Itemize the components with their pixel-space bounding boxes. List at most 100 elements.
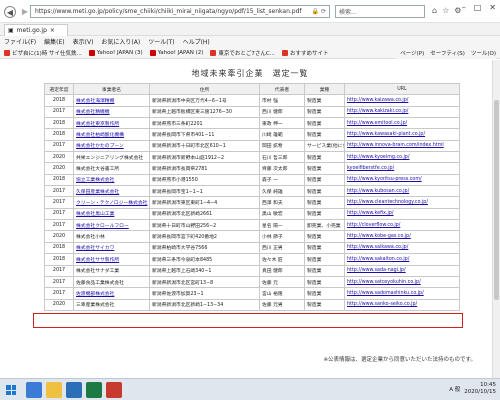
- home-icon[interactable]: ⌂: [432, 6, 437, 15]
- cell-url[interactable]: kyoeifiberstfe.co.jp/: [344, 162, 460, 175]
- menu-file[interactable]: ファイル(F): [4, 37, 36, 46]
- fav-label: おすすめサイト: [290, 50, 329, 57]
- highlight-box: [33, 313, 463, 328]
- address-bar[interactable]: https://www.meti.go.jp/policy/sme_chiiki…: [30, 5, 330, 18]
- tab-close-icon[interactable]: ×: [50, 27, 55, 34]
- scrollbar[interactable]: [492, 60, 500, 378]
- cell-address: 新潟県上越市上石崎340−1: [149, 264, 260, 277]
- cell-url[interactable]: http://www.sadomashinku.co.jp/: [344, 287, 460, 300]
- cell-industry: 製造業: [304, 241, 345, 255]
- cell-year: 2017: [44, 139, 74, 153]
- cell-company-name[interactable]: 株式会社黒山工業: [73, 207, 150, 221]
- cell-url[interactable]: http://www.kakizaki.co.jp/: [344, 105, 460, 119]
- pdf-app-icon[interactable]: [106, 382, 122, 398]
- footnote: ※公表情報は、選定企業から同意いただいた法持のものです。: [323, 357, 476, 363]
- cell-company-name[interactable]: 株式会社柏崎酸化機構: [73, 128, 150, 141]
- cell-industry: 製造業: [304, 117, 345, 130]
- menu-view[interactable]: 表示(V): [73, 37, 94, 46]
- cell-representative: 西川 健郎: [259, 105, 305, 119]
- cell-industry: 製造業: [304, 230, 345, 243]
- cell-url[interactable]: http://www.saikawa.co.jp/: [344, 241, 460, 255]
- cell-url[interactable]: http://www.sanko-seiko.co.jp/: [344, 298, 460, 311]
- folder-icon[interactable]: [46, 382, 62, 398]
- star-icon[interactable]: ☆: [442, 6, 449, 15]
- cell-company-name[interactable]: 佐渡機部株式会社: [73, 287, 150, 300]
- cell-year: 2018: [44, 253, 74, 266]
- cell-company-name[interactable]: 株式会社ササ製作所: [73, 253, 150, 266]
- minimize-icon[interactable]: –: [462, 3, 466, 12]
- table-row: 2017 久保田産業株式会社 新潟県長岡市宝1−1−1 久保 純雄 製造業 http://…: [44, 185, 460, 198]
- table-row: 2017 クリーン・テクノロジー株式会社 新潟県新潟市東区東町1−4−4 西澤 和夫製…: [44, 196, 460, 209]
- fav-item[interactable]: おすすめサイト: [282, 49, 329, 57]
- cell-url[interactable]: http://www.sada-nagi.jp/: [344, 264, 460, 277]
- cell-company-name[interactable]: クリーン・テクノロジー株式会社: [73, 196, 150, 209]
- cell-company-name[interactable]: 株式会社海澤精機: [73, 94, 150, 107]
- pdf-icon: ▣: [8, 27, 14, 34]
- search-input[interactable]: 検索...: [335, 5, 425, 18]
- cell-url[interactable]: http://www.kyoeimg.co.jp/: [344, 151, 460, 164]
- windows-start-icon[interactable]: [3, 382, 19, 398]
- cell-industry: 製造業: [304, 94, 345, 107]
- close-icon[interactable]: ✕: [489, 3, 496, 12]
- cell-company-name[interactable]: 株式会社東京製作所: [73, 117, 150, 130]
- cell-address: 新潟県新潟市北区新崎2661: [149, 207, 260, 221]
- cell-year: 2018: [44, 173, 74, 187]
- cell-url[interactable]: http://www.kawasaki-plant.co.jp/: [344, 128, 460, 141]
- fav-item[interactable]: Yahoo! JAPAN (3): [88, 49, 143, 56]
- cell-representative: 佐藤 元: [259, 275, 305, 289]
- cell-url[interactable]: http://www.cleantechnology.co.jp/: [344, 196, 460, 209]
- menu-edit[interactable]: 編集(E): [44, 37, 64, 46]
- ime-indicator[interactable]: A 般: [449, 385, 460, 393]
- tab-active[interactable]: ▣ meti.go.jp ×: [4, 24, 68, 36]
- scroll-thumb[interactable]: [494, 100, 499, 300]
- table-row: 2018 株式会社ササ製作所 新潟県三条市今泉町本8485 佐々木 匠製造業 http:…: [44, 253, 460, 266]
- back-button[interactable]: ◀: [4, 6, 16, 18]
- cell-url[interactable]: http://www.kefix.jp/: [344, 207, 460, 221]
- cell-url[interactable]: http://www.sakaiton.co.jp/: [344, 253, 460, 266]
- cell-company-name[interactable]: 株式会社かたのプーン: [73, 139, 150, 153]
- cell-industry: 卸売業、小売業: [304, 219, 345, 232]
- command-bar: ページ(P) セーフティ(S) ツール(O): [396, 47, 496, 59]
- cell-company-name: 株式会社小林: [73, 230, 150, 243]
- ie-icon[interactable]: [26, 382, 42, 398]
- app-icon[interactable]: [66, 382, 82, 398]
- cell-url[interactable]: http://cloverflow.co.jp/: [344, 219, 460, 232]
- cell-company-name[interactable]: 久保田産業株式会社: [73, 185, 150, 198]
- cell-url[interactable]: http://www.kobe-gas.co.jp/: [344, 230, 460, 243]
- cell-url[interactable]: http://www.innova-brain.com/index.html: [344, 139, 460, 153]
- cell-company-name[interactable]: 株式会社精機機: [73, 105, 150, 119]
- cell-representative: 川崎 雄範: [259, 128, 305, 141]
- menu-tools[interactable]: ツール(T): [148, 37, 174, 46]
- fav-item[interactable]: Yahoo! JAPAN (2): [149, 49, 203, 56]
- cell-company-name[interactable]: 株式会社クロールフロー: [73, 219, 150, 232]
- fav-item[interactable]: 東京でおとご7さんC...: [210, 49, 275, 57]
- menu-favorites[interactable]: お気に入り(A): [101, 37, 140, 46]
- tab-bar: ▣ meti.go.jp ×: [0, 23, 500, 36]
- cell-url[interactable]: http://www.satosyokuhin.co.jp/: [344, 275, 460, 289]
- window-controls: – □ ✕: [462, 3, 496, 12]
- cell-address: 新潟県新潟市新野本山庭1912−2: [149, 151, 260, 164]
- cell-representative: 星名 陽一: [259, 219, 305, 232]
- cell-year: 2020: [44, 151, 74, 164]
- menu-help[interactable]: ヘルプ(H): [183, 37, 210, 46]
- gear-icon[interactable]: ⚙: [454, 6, 461, 15]
- cell-address: 新潟県上越市板橋区東三箇1276−30: [149, 105, 260, 119]
- cell-url[interactable]: http://www.emitool.co.jp/: [344, 117, 460, 130]
- safety-menu[interactable]: セーフティ(S): [430, 49, 465, 57]
- page-menu[interactable]: ページ(P): [400, 49, 424, 57]
- cell-company-name: 佐藤食品工業株式会社: [73, 275, 150, 289]
- cell-company-name[interactable]: 株式会社サイカワ: [73, 241, 150, 255]
- cell-address: 新潟県燕市三条町2201: [149, 117, 260, 130]
- fav-item[interactable]: ビザ自に(1)時 サイ仕気鉄...: [4, 49, 82, 57]
- tools-menu[interactable]: ツール(O): [471, 49, 496, 57]
- cell-company-name[interactable]: 協立工業株式会社: [73, 173, 150, 187]
- cell-url[interactable]: http://www.kubosan.co.jp/: [344, 185, 460, 198]
- cell-representative: 佐藤 元男: [259, 298, 305, 311]
- cell-year: 2017: [44, 105, 74, 119]
- cell-url[interactable]: http://www.kaizawa.co.jp/: [344, 94, 460, 107]
- maximize-icon[interactable]: □: [474, 3, 482, 12]
- excel-icon[interactable]: [86, 382, 102, 398]
- clock[interactable]: 10:45 2020/10/15: [464, 382, 496, 396]
- cell-url[interactable]: http://www.kyoritsu-press.com/: [344, 173, 460, 187]
- cell-industry: 製造業: [304, 105, 345, 119]
